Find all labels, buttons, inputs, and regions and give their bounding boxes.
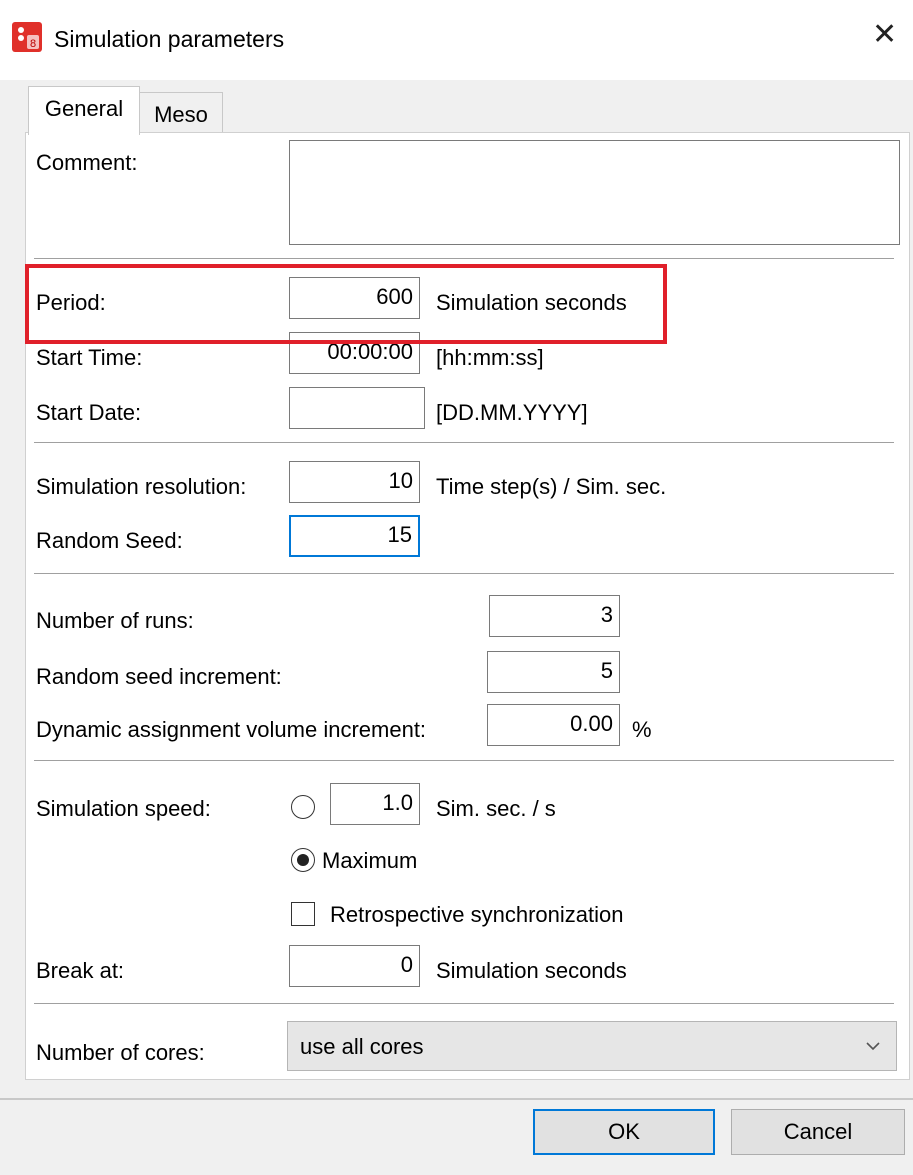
retrospective-sync-label: Retrospective synchronization (330, 902, 624, 927)
simulation-speed-label: Simulation speed: (36, 796, 211, 821)
cancel-button[interactable]: Cancel (731, 1109, 905, 1155)
seed-increment-label: Random seed increment: (36, 664, 282, 689)
app-icon: 8 (12, 22, 42, 52)
seed-increment-field[interactable]: 5 (487, 651, 620, 693)
dyn-assign-field[interactable]: 0.00 (487, 704, 620, 746)
resolution-field[interactable]: 10 (289, 461, 420, 503)
close-icon[interactable]: ✕ (872, 20, 897, 50)
comment-field[interactable] (289, 140, 900, 245)
comment-label: Comment: (36, 150, 138, 175)
dyn-assign-unit: % (632, 717, 652, 742)
number-of-runs-field[interactable]: 3 (489, 595, 620, 637)
break-at-field[interactable]: 0 (289, 945, 420, 987)
number-of-cores-value: use all cores (300, 1034, 424, 1059)
tab-meso[interactable]: Meso (139, 92, 223, 134)
speed-value-field[interactable]: 1.0 (330, 783, 420, 825)
separator (34, 258, 894, 259)
speed-custom-radio[interactable] (291, 795, 315, 819)
resolution-unit: Time step(s) / Sim. sec. (436, 474, 667, 499)
separator (34, 760, 894, 761)
number-of-cores-label: Number of cores: (36, 1040, 205, 1065)
random-seed-field[interactable]: 15 (289, 515, 420, 557)
chevron-down-icon (866, 1042, 880, 1051)
random-seed-label: Random Seed: (36, 528, 183, 553)
speed-maximum-label: Maximum (322, 848, 418, 873)
tab-general[interactable]: General (28, 86, 140, 135)
svg-text:8: 8 (30, 38, 36, 50)
resolution-label: Simulation resolution: (36, 474, 247, 499)
separator (34, 1003, 894, 1004)
start-date-unit: [DD.MM.YYYY] (436, 400, 588, 425)
window-title: Simulation parameters (54, 26, 285, 52)
speed-unit: Sim. sec. / s (436, 796, 556, 821)
start-date-field[interactable] (289, 387, 425, 429)
dyn-assign-label: Dynamic assignment volume increment: (36, 717, 427, 742)
number-of-runs-label: Number of runs: (36, 608, 194, 633)
start-time-unit: [hh:mm:ss] (436, 345, 544, 370)
separator (34, 442, 894, 443)
speed-maximum-radio[interactable] (291, 848, 315, 872)
break-at-label: Break at: (36, 958, 125, 983)
separator (34, 573, 894, 574)
break-at-unit: Simulation seconds (436, 958, 627, 983)
footer-divider (0, 1098, 913, 1100)
title-bar: 8 Simulation parameters ✕ (0, 0, 913, 80)
number-of-cores-select[interactable]: use all cores (287, 1021, 897, 1071)
retrospective-sync-checkbox[interactable] (291, 902, 315, 926)
start-time-label: Start Time: (36, 345, 143, 370)
highlight-box (25, 264, 667, 344)
start-date-label: Start Date: (36, 400, 142, 425)
radio-selected-dot (296, 853, 309, 866)
ok-button[interactable]: OK (533, 1109, 715, 1155)
